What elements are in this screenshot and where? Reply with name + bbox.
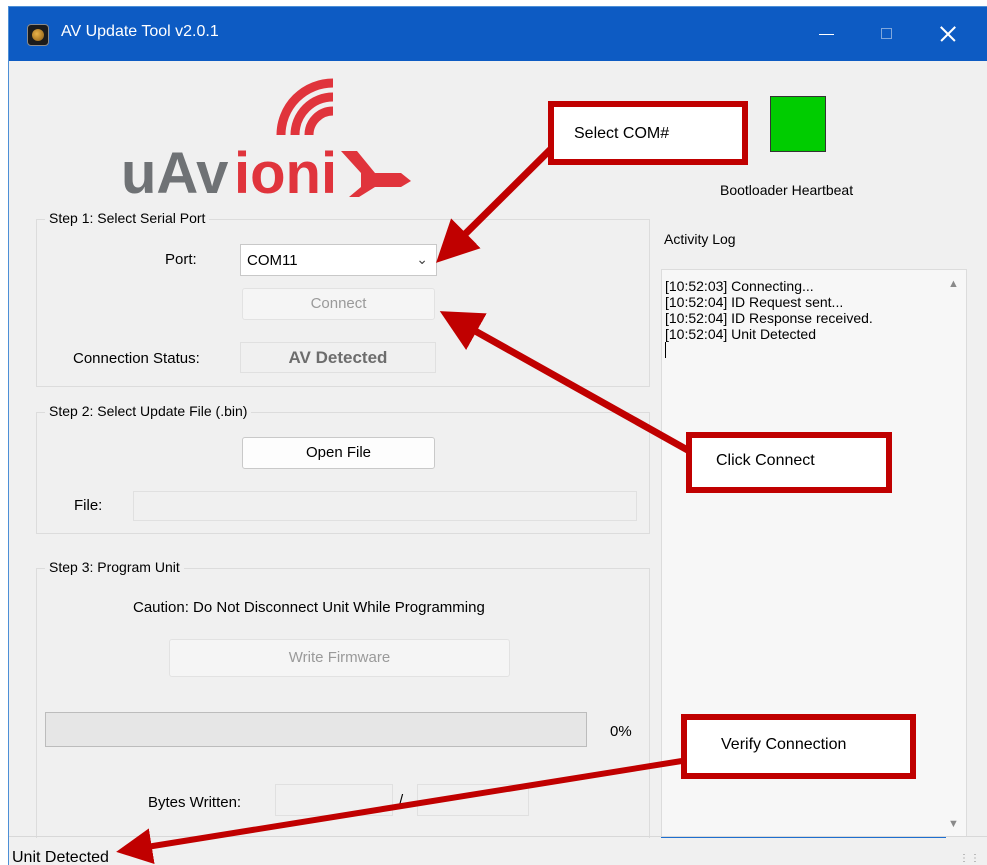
file-path-field	[133, 491, 637, 521]
open-file-button[interactable]: Open File	[242, 437, 435, 469]
write-firmware-button[interactable]: Write Firmware	[169, 639, 510, 677]
status-bar: Unit Detected ⋮⋮	[9, 836, 987, 865]
caution-text: Caution: Do Not Disconnect Unit While Pr…	[133, 599, 485, 616]
uavionix-logo: uAv ioni	[121, 78, 411, 206]
callout-verify-text: Verify Connection	[721, 736, 847, 753]
app-icon	[27, 24, 49, 46]
step1-title: Step 1: Select Serial Port	[45, 210, 210, 226]
connection-status-value: AV Detected	[240, 342, 436, 373]
minimize-button[interactable]	[799, 7, 859, 61]
title-bar: AV Update Tool v2.0.1	[9, 7, 987, 61]
log-line: [10:52:04] ID Request sent...	[665, 294, 844, 310]
resize-grip-icon[interactable]: ⋮⋮	[959, 853, 981, 864]
step2-title: Step 2: Select Update File (.bin)	[45, 403, 252, 419]
airplane-icon	[341, 151, 411, 197]
bytes-written-label: Bytes Written:	[148, 794, 242, 811]
port-select[interactable]: COM11 ⌄	[240, 244, 437, 276]
log-line: [10:52:04] ID Response received.	[665, 310, 873, 326]
callout-click-connect-text: Click Connect	[716, 452, 815, 469]
log-line: [10:52:04] Unit Detected	[665, 326, 816, 342]
connection-status-label: Connection Status:	[73, 350, 200, 367]
activity-log-label: Activity Log	[664, 231, 736, 247]
text-caret	[665, 342, 666, 358]
callout-select-com-text: Select COM#	[574, 125, 670, 142]
file-label: File:	[74, 497, 103, 514]
port-label: Port:	[165, 251, 197, 268]
bytes-written-field	[275, 784, 393, 816]
port-value: COM11	[247, 252, 298, 269]
logo-text-gray: uAv	[121, 141, 228, 206]
scroll-down-arrow-icon[interactable]: ▼	[948, 818, 959, 830]
progress-bar	[45, 712, 587, 747]
maximize-button[interactable]	[859, 7, 919, 61]
callout-verify: Verify Connection	[681, 714, 916, 779]
heartbeat-label: Bootloader Heartbeat	[720, 182, 854, 198]
bytes-separator: /	[399, 792, 404, 809]
callout-select-com: Select COM#	[548, 101, 748, 165]
log-scrollbar[interactable]: ▲ ▼	[944, 270, 966, 836]
bytes-total-field	[417, 784, 529, 816]
window-title: AV Update Tool v2.0.1	[61, 23, 219, 40]
close-button[interactable]	[919, 7, 979, 61]
status-bar-text: Unit Detected	[12, 849, 109, 865]
callout-click-connect: Click Connect	[686, 432, 892, 493]
logo-text-red: ioni	[234, 141, 337, 206]
connect-button[interactable]: Connect	[242, 288, 435, 320]
open-file-label: Open File	[305, 444, 372, 461]
chevron-down-icon: ⌄	[416, 251, 428, 267]
step3-title: Step 3: Program Unit	[45, 559, 184, 575]
bootloader-heartbeat-indicator	[770, 96, 826, 152]
log-line: [10:52:03] Connecting...	[665, 278, 814, 294]
scroll-up-arrow-icon[interactable]: ▲	[948, 278, 959, 290]
write-firmware-label: Write Firmware	[288, 649, 391, 666]
progress-percent: 0%	[610, 723, 632, 740]
connect-label: Connect	[310, 295, 367, 312]
